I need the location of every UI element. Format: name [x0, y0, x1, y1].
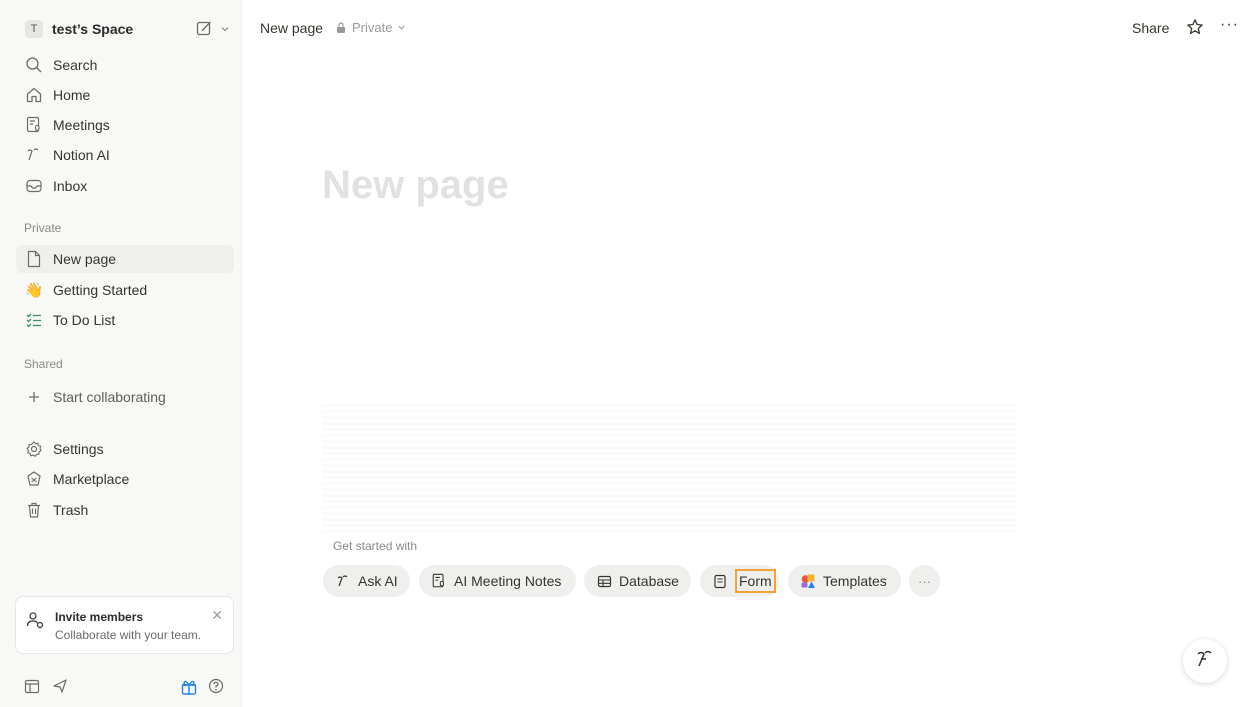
- favorite-star-icon[interactable]: [1186, 18, 1204, 41]
- gift-icon[interactable]: [180, 678, 198, 701]
- sidebar-item-notion-ai[interactable]: Notion AI: [16, 141, 234, 169]
- sidebar-item-label: Notion AI: [53, 147, 110, 163]
- sidebar-item-label: To Do List: [53, 312, 116, 328]
- settings-icon: [24, 439, 44, 459]
- sidebar-item-label: New page: [53, 251, 117, 267]
- sidebar-item-label: Home: [53, 87, 91, 103]
- database-button[interactable]: Database: [584, 565, 691, 597]
- more-options-icon: ···: [918, 573, 931, 589]
- sidebar-item-marketplace[interactable]: Marketplace: [16, 465, 234, 493]
- search-icon: [24, 55, 44, 75]
- breadcrumb-page-title[interactable]: New page: [260, 20, 323, 36]
- help-icon[interactable]: [208, 678, 224, 699]
- notion-ai-icon: [335, 573, 351, 589]
- home-icon: [24, 85, 44, 105]
- chip-label: Templates: [823, 573, 887, 589]
- notion-ai-floating-button[interactable]: [1183, 639, 1227, 683]
- invite-members-title: Invite members: [55, 610, 144, 624]
- page-body-placeholder[interactable]: [322, 404, 1016, 534]
- sidebar-item-label: Search: [53, 57, 98, 73]
- sidebar-item-inbox[interactable]: Inbox: [16, 172, 234, 200]
- sidebar-item-label: Marketplace: [53, 471, 130, 487]
- ai-meeting-notes-button[interactable]: AI Meeting Notes: [419, 565, 576, 597]
- table-icon: [596, 573, 612, 589]
- sidebar: T test’s Space Search Home Meetings Noti…: [0, 0, 242, 707]
- ask-ai-button[interactable]: Ask AI: [323, 565, 410, 597]
- templates-icon: [800, 573, 816, 589]
- chevron-down-icon[interactable]: [220, 21, 230, 39]
- sidebar-item-label: Inbox: [53, 178, 88, 194]
- workspace-switcher[interactable]: T test’s Space: [16, 14, 236, 44]
- sidebar-item-label: Start collaborating: [53, 389, 166, 405]
- sidebar-item-label: Trash: [53, 502, 89, 518]
- sidebar-item-label: Getting Started: [53, 282, 148, 298]
- sidebar-item-home[interactable]: Home: [16, 81, 234, 109]
- sidebar-item-start-collaborating[interactable]: Start collaborating: [16, 383, 234, 411]
- get-started-label: Get started with: [333, 539, 418, 553]
- chip-label: AI Meeting Notes: [454, 573, 562, 589]
- inbox-icon: [24, 176, 44, 196]
- todo-list-icon: [24, 310, 44, 330]
- workspace-name: test’s Space: [52, 21, 134, 37]
- sidebar-item-label: Meetings: [53, 117, 110, 133]
- chevron-down-icon: [398, 25, 406, 30]
- page-icon: [24, 249, 44, 269]
- chip-label: Form: [735, 569, 776, 593]
- page-title[interactable]: New page: [322, 163, 509, 208]
- invite-members-subtitle: Collaborate with your team.: [55, 628, 202, 642]
- sidebar-item-meetings[interactable]: Meetings: [16, 111, 234, 139]
- sidebar-item-search[interactable]: Search: [16, 51, 234, 79]
- privacy-label: Private: [352, 20, 393, 35]
- notion-ai-icon: [24, 145, 44, 165]
- chip-label: Ask AI: [358, 573, 398, 589]
- trash-icon: [24, 500, 44, 520]
- send-icon[interactable]: [52, 678, 68, 699]
- invite-members-card[interactable]: Invite members Collaborate with your tea…: [15, 596, 234, 654]
- chip-label: Database: [619, 573, 679, 589]
- meetings-icon: [24, 115, 44, 135]
- privacy-dropdown[interactable]: Private: [336, 20, 406, 35]
- section-shared-label: Shared: [24, 357, 63, 371]
- workspace-avatar: T: [25, 20, 43, 38]
- templates-gallery-icon[interactable]: [24, 678, 40, 699]
- invite-members-icon: [26, 611, 44, 634]
- close-icon[interactable]: ✕: [211, 607, 223, 624]
- lock-icon: [337, 22, 345, 33]
- sidebar-item-getting-started[interactable]: 👋 Getting Started: [16, 276, 234, 304]
- sidebar-item-new-page[interactable]: New page: [16, 245, 234, 273]
- sidebar-item-trash[interactable]: Trash: [16, 496, 234, 524]
- sidebar-item-label: Settings: [53, 441, 104, 457]
- more-options-icon[interactable]: ···: [1220, 16, 1239, 34]
- share-button[interactable]: Share: [1132, 20, 1169, 36]
- form-icon: [712, 573, 728, 589]
- templates-button[interactable]: Templates: [788, 565, 901, 597]
- notion-ai-icon: [1194, 648, 1216, 675]
- wave-emoji-icon: 👋: [24, 282, 44, 299]
- sidebar-item-settings[interactable]: Settings: [16, 435, 234, 463]
- new-page-icon[interactable]: [196, 20, 213, 42]
- section-private-label: Private: [24, 221, 62, 235]
- sidebar-item-to-do-list[interactable]: To Do List: [16, 306, 234, 334]
- more-chips-button[interactable]: ···: [909, 565, 940, 597]
- meetings-icon: [431, 573, 447, 589]
- marketplace-icon: [24, 469, 44, 489]
- form-button[interactable]: Form: [700, 565, 779, 597]
- plus-icon: [24, 387, 44, 407]
